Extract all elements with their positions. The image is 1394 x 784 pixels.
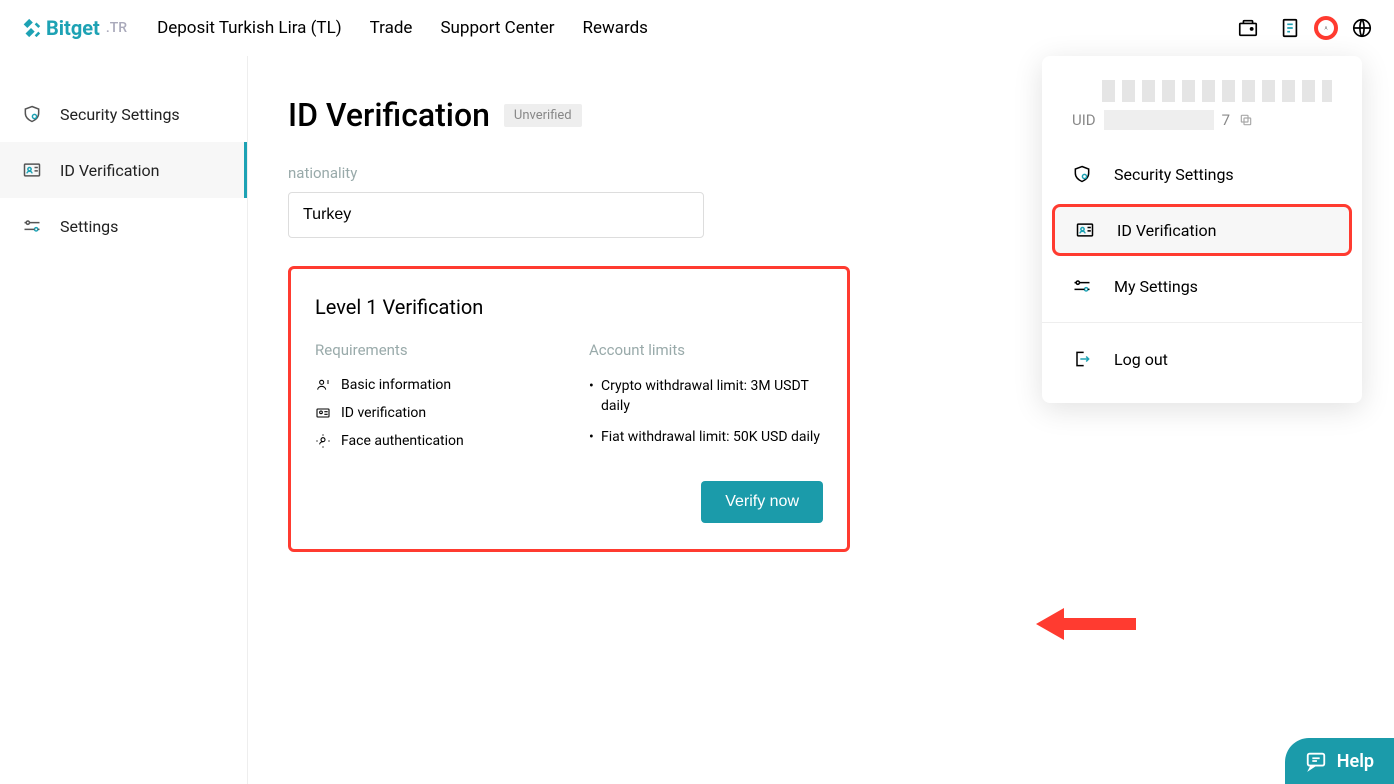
dropdown-mysettings[interactable]: My Settings <box>1042 260 1362 312</box>
profile-dropdown: UID 7 Security Settings ID Verification … <box>1042 56 1362 403</box>
help-label: Help <box>1337 751 1374 772</box>
dropdown-security[interactable]: Security Settings <box>1042 148 1362 200</box>
dropdown-logout-label: Log out <box>1114 350 1168 369</box>
dropdown-idverif-label: ID Verification <box>1117 221 1217 240</box>
limit-fiat: Fiat withdrawal limit: 50K USD daily <box>589 428 823 448</box>
requirement-label: ID verification <box>341 405 426 421</box>
requirement-basic-info: Basic information <box>315 377 549 393</box>
nationality-input[interactable] <box>288 192 704 238</box>
wallet-icon[interactable] <box>1236 16 1260 40</box>
requirement-face: Face authentication <box>315 433 549 449</box>
shield-icon <box>22 104 42 124</box>
logo-text: Bitget <box>46 16 100 40</box>
page-title: ID Verification <box>288 96 490 134</box>
dropdown-separator <box>1042 322 1362 323</box>
sidebar: Security Settings ID Verification Settin… <box>0 56 248 784</box>
status-badge: Unverified <box>504 104 582 127</box>
top-nav: Deposit Turkish Lira (TL) Trade Support … <box>157 18 648 38</box>
profile-icon[interactable] <box>1314 16 1338 40</box>
logo-icon <box>20 17 42 39</box>
logout-icon <box>1072 349 1092 369</box>
id-card-icon <box>22 160 42 180</box>
redacted-email <box>1102 80 1332 102</box>
sidebar-item-security[interactable]: Security Settings <box>0 86 247 142</box>
logo-suffix: .TR <box>106 20 127 36</box>
sliders-icon <box>1072 276 1092 296</box>
limits-heading: Account limits <box>589 341 823 359</box>
requirements-col: Requirements Basic information ID verifi… <box>315 341 549 461</box>
sidebar-item-label: ID Verification <box>60 161 160 180</box>
card-title: Level 1 Verification <box>315 295 823 319</box>
requirement-label: Basic information <box>341 377 451 393</box>
limits-col: Account limits Crypto withdrawal limit: … <box>589 341 823 461</box>
sliders-icon <box>22 216 42 236</box>
id-card-icon <box>1075 220 1095 240</box>
verify-now-button[interactable]: Verify now <box>701 481 823 523</box>
copy-icon[interactable] <box>1238 112 1254 128</box>
person-icon <box>315 377 331 393</box>
dropdown-security-label: Security Settings <box>1114 165 1234 184</box>
uid-row: UID 7 <box>1042 110 1362 148</box>
dropdown-idverif[interactable]: ID Verification <box>1052 204 1352 256</box>
requirements-heading: Requirements <box>315 341 549 359</box>
requirement-id: ID verification <box>315 405 549 421</box>
dropdown-logout[interactable]: Log out <box>1042 333 1362 385</box>
annotation-arrow <box>1036 604 1136 644</box>
card-columns: Requirements Basic information ID verifi… <box>315 341 823 461</box>
id-small-icon <box>315 405 331 421</box>
face-icon <box>315 433 331 449</box>
sidebar-item-settings[interactable]: Settings <box>0 198 247 254</box>
globe-icon[interactable] <box>1350 16 1374 40</box>
sidebar-item-label: Settings <box>60 217 118 236</box>
sidebar-item-idverif[interactable]: ID Verification <box>0 142 247 198</box>
verification-card: Level 1 Verification Requirements Basic … <box>288 266 850 552</box>
chat-icon <box>1305 750 1327 772</box>
help-button[interactable]: Help <box>1285 738 1394 784</box>
limit-crypto: Crypto withdrawal limit: 3M USDT daily <box>589 377 823 416</box>
redacted-uid <box>1104 110 1214 130</box>
nav-deposit[interactable]: Deposit Turkish Lira (TL) <box>157 18 342 38</box>
nav-rewards[interactable]: Rewards <box>582 18 647 38</box>
dropdown-mysettings-label: My Settings <box>1114 277 1198 296</box>
header-right <box>1236 16 1374 40</box>
orders-icon[interactable] <box>1278 16 1302 40</box>
uid-tail: 7 <box>1222 111 1230 129</box>
uid-label: UID <box>1072 111 1096 129</box>
shield-icon <box>1072 164 1092 184</box>
requirement-label: Face authentication <box>341 433 464 449</box>
nav-trade[interactable]: Trade <box>370 18 413 38</box>
sidebar-item-label: Security Settings <box>60 105 180 124</box>
header: Bitget .TR Deposit Turkish Lira (TL) Tra… <box>0 0 1394 56</box>
logo[interactable]: Bitget .TR <box>20 16 127 40</box>
nav-support[interactable]: Support Center <box>440 18 554 38</box>
